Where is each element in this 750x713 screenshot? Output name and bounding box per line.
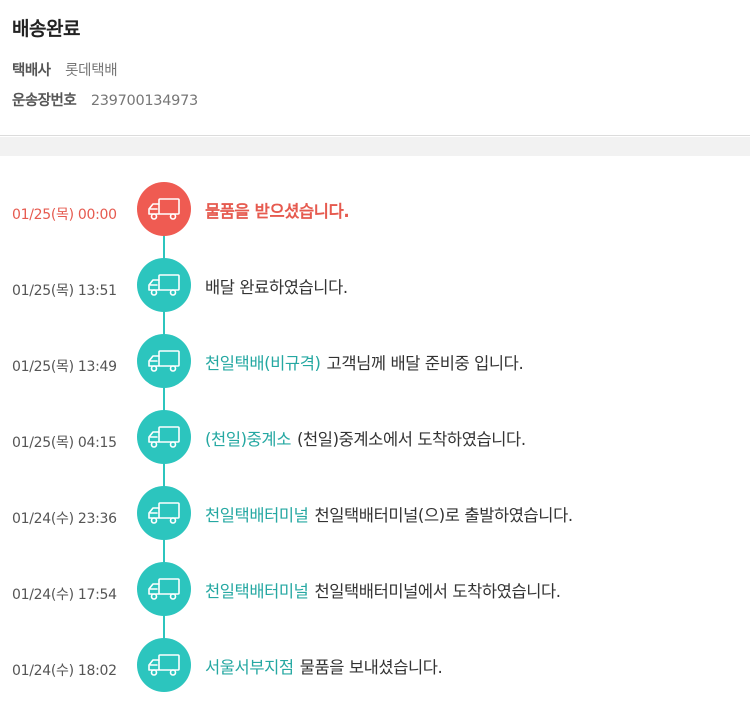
- event-time: 01/25(목) 04:15: [12, 435, 117, 451]
- event-location: (천일)중계소: [205, 430, 291, 449]
- timeline-event: 01/25(목) 00:00 물품을 받으셨습니다.: [0, 182, 750, 242]
- carrier-value: 롯데택배: [65, 63, 118, 79]
- delivery-truck-icon: [137, 486, 191, 540]
- event-location: 서울서부지점: [205, 658, 294, 677]
- carrier-row: 택배사 롯데택배: [12, 59, 118, 80]
- timeline-event: 01/24(수) 17:54 천일택배터미널 천일택배터미널에서 도착하였습니다.: [0, 562, 750, 622]
- timeline-event: 01/25(목) 04:15 (천일)중계소 (천일)중계소에서 도착하였습니다.: [0, 410, 750, 470]
- timeline-event: 01/25(목) 13:51 배달 완료하였습니다.: [0, 258, 750, 318]
- delivery-truck-icon: [137, 258, 191, 312]
- section-divider: [0, 137, 750, 156]
- delivery-truck-icon: [137, 334, 191, 388]
- event-message: (천일)중계소 (천일)중계소에서 도착하였습니다.: [205, 426, 526, 450]
- event-message-text: (천일)중계소에서 도착하였습니다.: [296, 430, 526, 449]
- event-message-text: 물품을 보내셨습니다.: [299, 658, 443, 677]
- event-message-text: 배달 완료하였습니다.: [205, 278, 348, 297]
- event-time: 01/25(목) 00:00: [12, 207, 117, 223]
- tracking-label: 운송장번호: [12, 93, 77, 109]
- event-time: 01/24(수) 23:36: [12, 511, 117, 527]
- delivery-truck-icon: [137, 638, 191, 692]
- event-message-text: 천일택배터미널에서 도착하였습니다.: [314, 582, 561, 601]
- event-time: 01/25(목) 13:51: [12, 283, 117, 299]
- event-message-text: 천일택배터미널(으)로 출발하였습니다.: [314, 506, 573, 525]
- carrier-label: 택배사: [12, 63, 51, 79]
- event-message-text: 고객님께 배달 준비중 입니다.: [326, 354, 524, 373]
- tracking-timeline: 01/25(목) 00:00 물품을 받으셨습니다. 01/25(목) 13:5…: [0, 156, 750, 713]
- event-message: 천일택배터미널 천일택배터미널에서 도착하였습니다.: [205, 578, 561, 602]
- event-location: 천일택배터미널: [205, 506, 309, 525]
- timeline-event: 01/24(수) 23:36 천일택배터미널 천일택배터미널(으)로 출발하였습니…: [0, 486, 750, 546]
- event-message: 물품을 받으셨습니다.: [205, 198, 350, 222]
- tracking-number: 239700134973: [90, 93, 198, 109]
- delivery-truck-icon: [137, 410, 191, 464]
- event-location: 천일택배터미널: [205, 582, 309, 601]
- event-message: 천일택배(비규격) 고객님께 배달 준비중 입니다.: [205, 350, 524, 374]
- event-time: 01/24(수) 18:02: [12, 663, 117, 679]
- timeline-event: 01/24(수) 18:02 서울서부지점 물품을 보내셨습니다.: [0, 638, 750, 698]
- shipment-header: 배송완료 택배사 롯데택배 운송장번호 239700134973: [0, 0, 750, 136]
- event-message-text: 물품을 받으셨습니다.: [205, 202, 350, 221]
- tracking-row: 운송장번호 239700134973: [12, 89, 198, 110]
- delivery-status-title: 배송완료: [12, 18, 80, 40]
- timeline-event: 01/25(목) 13:49 천일택배(비규격) 고객님께 배달 준비중 입니다.: [0, 334, 750, 394]
- event-time: 01/25(목) 13:49: [12, 359, 117, 375]
- event-time: 01/24(수) 17:54: [12, 587, 117, 603]
- event-location: 천일택배(비규격): [205, 354, 321, 373]
- event-message: 서울서부지점 물품을 보내셨습니다.: [205, 654, 443, 678]
- event-message: 배달 완료하였습니다.: [205, 274, 348, 298]
- delivery-truck-icon: [137, 562, 191, 616]
- event-message: 천일택배터미널 천일택배터미널(으)로 출발하였습니다.: [205, 502, 573, 526]
- delivery-truck-icon: [137, 182, 191, 236]
